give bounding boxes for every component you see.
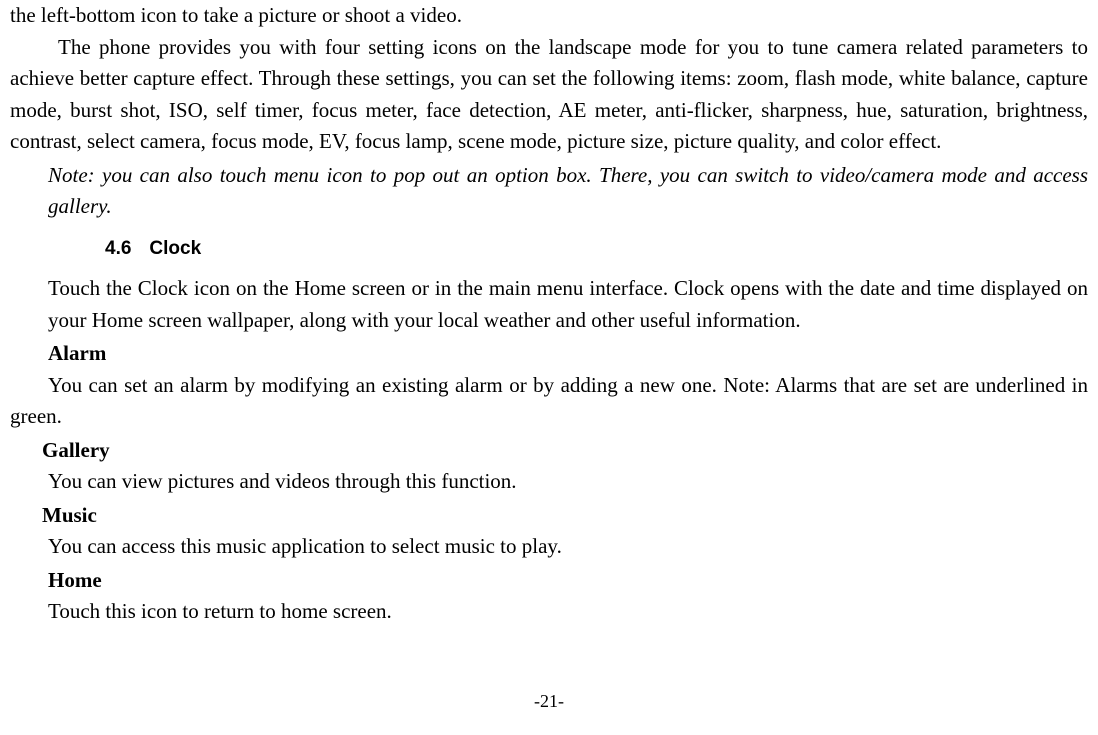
alarm-body: You can set an alarm by modifying an exi…	[10, 373, 1088, 429]
home-heading: Home	[10, 565, 1088, 597]
section-title: Clock	[149, 238, 201, 259]
music-text: You can access this music application to…	[10, 531, 1088, 563]
continuation-text: the left-bottom icon to take a picture o…	[10, 0, 1088, 32]
gallery-heading: Gallery	[10, 435, 1088, 467]
home-text: Touch this icon to return to home screen…	[10, 596, 1088, 628]
clock-intro-paragraph: Touch the Clock icon on the Home screen …	[10, 273, 1088, 336]
gallery-text: You can view pictures and videos through…	[10, 466, 1088, 498]
alarm-heading: Alarm	[10, 338, 1088, 370]
section-heading: 4.6 Clock	[10, 235, 1088, 264]
music-heading: Music	[10, 500, 1088, 532]
camera-settings-paragraph: The phone provides you with four setting…	[10, 32, 1088, 158]
alarm-text: You can set an alarm by modifying an exi…	[10, 370, 1088, 433]
note-paragraph: Note: you can also touch menu icon to po…	[10, 160, 1088, 223]
section-number: 4.6	[105, 238, 131, 259]
page-number: -21-	[0, 688, 1098, 715]
